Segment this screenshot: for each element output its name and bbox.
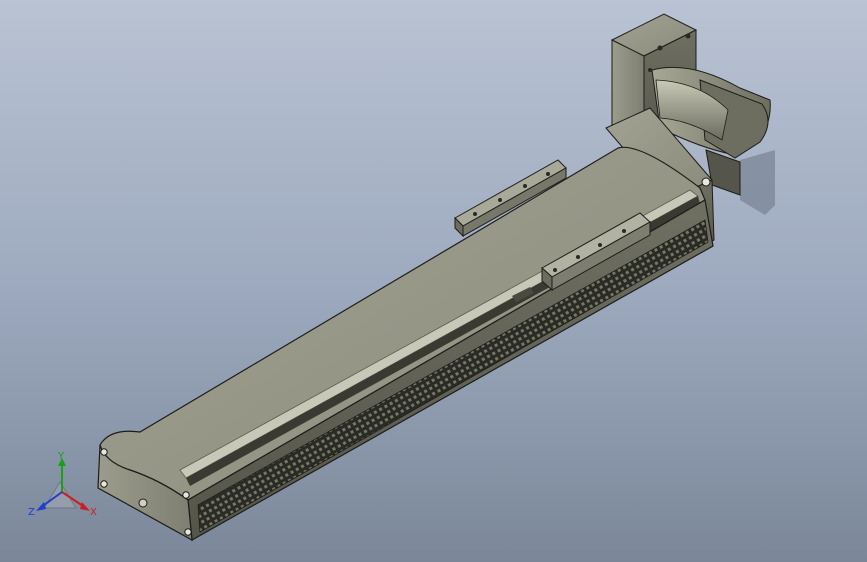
cad-viewport[interactable]: Y X Z bbox=[0, 0, 867, 562]
linear-rail-body bbox=[97, 146, 714, 542]
z-axis-label: Z bbox=[28, 507, 35, 518]
y-axis-label: Y bbox=[57, 451, 65, 462]
motor-shadow bbox=[740, 150, 775, 215]
z-axis-arrow bbox=[36, 502, 46, 511]
linear-actuator-model[interactable]: Y X Z bbox=[0, 0, 867, 562]
x-axis-label: X bbox=[90, 507, 97, 518]
x-axis-arrow bbox=[80, 502, 90, 511]
axis-triad[interactable]: Y X Z bbox=[28, 451, 97, 518]
